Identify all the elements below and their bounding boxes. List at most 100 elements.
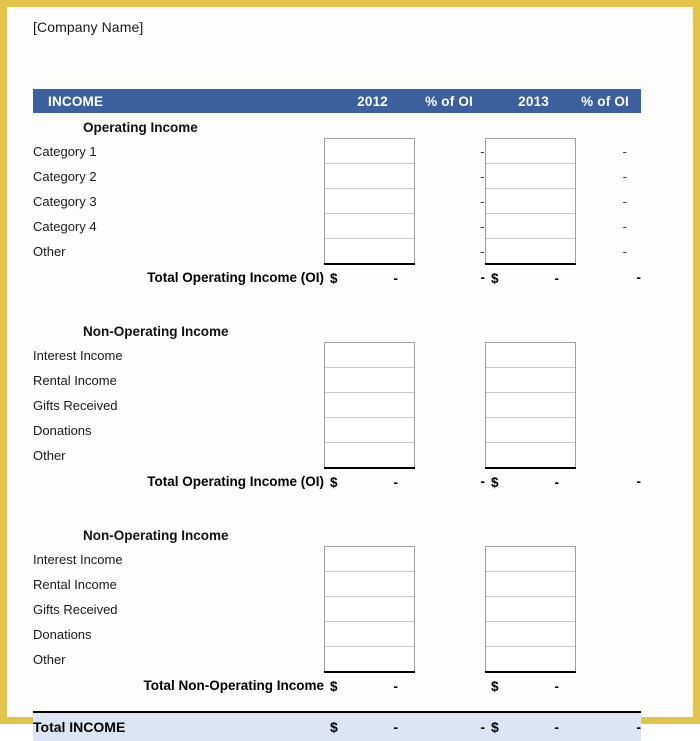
table-row: Rental Income bbox=[33, 367, 641, 393]
total-value: - bbox=[554, 270, 560, 286]
table-header-row: INCOME 2012 % of OI 2013 % of OI bbox=[33, 89, 641, 113]
pct-cell-2012 bbox=[414, 572, 485, 597]
row-label: Gifts Received bbox=[33, 397, 118, 413]
row-label: Donations bbox=[33, 626, 92, 642]
total-value: - bbox=[393, 474, 399, 490]
row-label: Category 3 bbox=[33, 193, 97, 209]
grand-total-value: - bbox=[393, 719, 398, 735]
input-cell-2013[interactable] bbox=[484, 442, 576, 469]
input-cell-2013[interactable] bbox=[484, 546, 576, 572]
spreadsheet-sheet: [Company Name] INCOME 2012 % of OI 2013 … bbox=[7, 7, 693, 741]
pct-cell-2013: - bbox=[622, 143, 627, 159]
total-amount-2013: $ - bbox=[485, 264, 575, 291]
input-cell-2013[interactable] bbox=[484, 392, 576, 418]
total-amount-2012: $ - bbox=[324, 672, 414, 699]
table-row: Category 2 - - bbox=[33, 163, 641, 189]
input-cell-2013[interactable] bbox=[484, 571, 576, 597]
grand-total-amount-2012: $ - bbox=[324, 711, 414, 741]
currency-symbol: $ bbox=[491, 270, 499, 286]
section-title-operating-income: Operating Income bbox=[83, 120, 198, 135]
total-value: - bbox=[554, 678, 560, 694]
currency-symbol: $ bbox=[330, 474, 338, 490]
input-cell-2012[interactable] bbox=[323, 213, 415, 239]
table-row: Other bbox=[33, 646, 641, 673]
input-cell-2013[interactable] bbox=[484, 646, 576, 673]
input-cell-2013[interactable] bbox=[484, 138, 576, 164]
input-cell-2012[interactable] bbox=[323, 646, 415, 673]
total-label: Total Operating Income (OI) bbox=[147, 270, 324, 285]
row-label: Interest Income bbox=[33, 551, 123, 567]
table-row: Donations bbox=[33, 417, 641, 443]
pct-cell-2013 bbox=[575, 443, 641, 469]
section-total-row: Total Non-Operating Income $ - $ - bbox=[33, 672, 641, 699]
input-cell-2013[interactable] bbox=[484, 342, 576, 368]
input-cell-2013[interactable] bbox=[484, 621, 576, 647]
section-total-row: Total Operating Income (OI) $ - - $ - - bbox=[33, 468, 641, 495]
section-title-non-operating-income: Non-Operating Income bbox=[83, 324, 229, 339]
input-cell-2013[interactable] bbox=[484, 213, 576, 239]
input-cell-2012[interactable] bbox=[323, 596, 415, 622]
table-row: Interest Income bbox=[33, 546, 641, 572]
total-pct-2013: - bbox=[636, 474, 642, 489]
table-row: Gifts Received bbox=[33, 596, 641, 622]
input-cell-2012[interactable] bbox=[323, 546, 415, 572]
input-cell-2012[interactable] bbox=[323, 621, 415, 647]
input-cell-2013[interactable] bbox=[484, 163, 576, 189]
input-cell-2013[interactable] bbox=[484, 596, 576, 622]
total-pct-2012: - bbox=[480, 474, 486, 489]
input-cell-2012[interactable] bbox=[323, 571, 415, 597]
company-name-field[interactable]: [Company Name] bbox=[33, 19, 143, 35]
table-row: Category 1 - - bbox=[33, 138, 641, 164]
header-year-2012: 2012 bbox=[324, 89, 414, 113]
section-header-row: Non-Operating Income bbox=[33, 521, 641, 547]
pct-cell-2013 bbox=[575, 368, 641, 393]
total-amount-2012: $ - bbox=[324, 264, 414, 291]
input-cell-2012[interactable] bbox=[323, 417, 415, 443]
grand-total-pct-2012: - bbox=[414, 711, 485, 741]
currency-symbol: $ bbox=[491, 474, 499, 490]
input-cell-2012[interactable] bbox=[323, 163, 415, 189]
header-pct-of-oi-1: % of OI bbox=[414, 89, 485, 113]
input-cell-2012[interactable] bbox=[323, 138, 415, 164]
row-label: Rental Income bbox=[33, 576, 117, 592]
total-amount-2013: $ - bbox=[485, 672, 575, 699]
spacer-row bbox=[33, 291, 641, 317]
row-label: Donations bbox=[33, 422, 92, 438]
header-income-title: INCOME bbox=[33, 89, 324, 113]
table-row: Category 3 - - bbox=[33, 188, 641, 214]
section-header-row: Non-Operating Income bbox=[33, 317, 641, 343]
grand-total-row: Total INCOME $ - - $ - - bbox=[33, 711, 641, 741]
currency-symbol: $ bbox=[330, 270, 338, 286]
table-row: Gifts Received bbox=[33, 392, 641, 418]
input-cell-2012[interactable] bbox=[323, 442, 415, 469]
pct-cell-2013: - bbox=[622, 243, 627, 259]
pct-cell-2012 bbox=[414, 443, 485, 469]
pct-cell-2012: - bbox=[480, 218, 485, 234]
grand-total-label: Total INCOME bbox=[33, 711, 324, 741]
total-pct-2012: - bbox=[480, 270, 486, 285]
table-row: Donations bbox=[33, 621, 641, 647]
total-label: Total Non-Operating Income bbox=[143, 678, 324, 693]
input-cell-2013[interactable] bbox=[484, 188, 576, 214]
pct-cell-2013 bbox=[575, 647, 641, 673]
input-cell-2013[interactable] bbox=[484, 367, 576, 393]
row-label: Other bbox=[33, 243, 66, 259]
input-cell-2012[interactable] bbox=[323, 238, 415, 265]
section-total-row: Total Operating Income (OI) $ - - $ - - bbox=[33, 264, 641, 291]
input-cell-2013[interactable] bbox=[484, 238, 576, 265]
input-cell-2012[interactable] bbox=[323, 188, 415, 214]
currency-symbol: $ bbox=[330, 678, 338, 694]
document-page: [Company Name] INCOME 2012 % of OI 2013 … bbox=[0, 0, 700, 741]
input-cell-2013[interactable] bbox=[484, 417, 576, 443]
input-cell-2012[interactable] bbox=[323, 367, 415, 393]
row-label: Gifts Received bbox=[33, 601, 118, 617]
total-value: - bbox=[393, 678, 399, 694]
currency-symbol: $ bbox=[330, 719, 338, 735]
row-label: Interest Income bbox=[33, 347, 123, 363]
row-label: Other bbox=[33, 651, 66, 667]
section-header-row: Operating Income bbox=[33, 113, 641, 139]
input-cell-2012[interactable] bbox=[323, 342, 415, 368]
table-row: Other bbox=[33, 442, 641, 469]
table-row: Rental Income bbox=[33, 571, 641, 597]
input-cell-2012[interactable] bbox=[323, 392, 415, 418]
